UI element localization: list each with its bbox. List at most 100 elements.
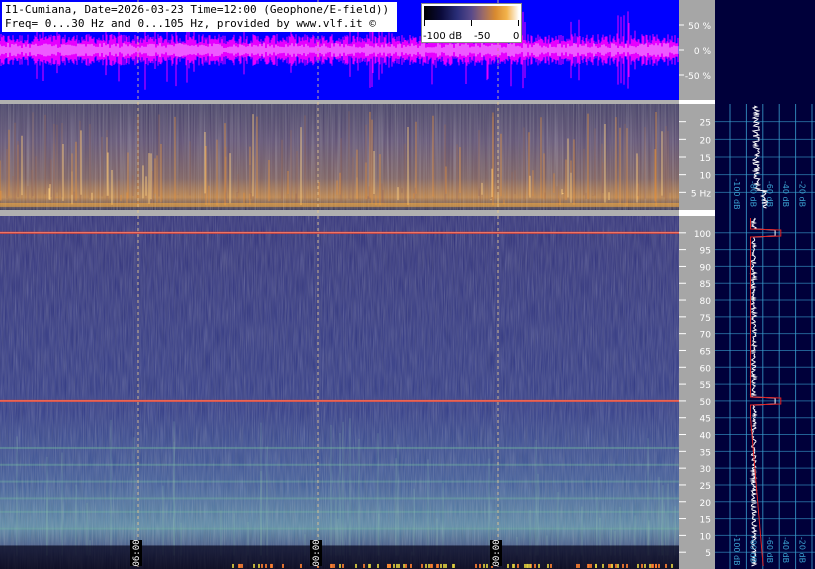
colorbar-legend: -100 dB -50 0 (421, 3, 522, 43)
axis-white-gap-2 (679, 210, 715, 216)
low-freq-burst (578, 563, 580, 568)
low-freq-burst (368, 563, 370, 568)
low-freq-burst (437, 563, 439, 568)
low-freq-burst (421, 563, 423, 568)
low-freq-burst (271, 563, 273, 568)
low-freq-burst (239, 563, 241, 568)
time-marker-label: 06:00 (132, 539, 142, 566)
low-freq-burst (637, 563, 639, 568)
title-line-2: Freq= 0...30 Hz and 0...105 Hz, provided… (5, 17, 376, 30)
main-spectrogram-tick-label: 100 (694, 230, 711, 240)
colorbar-tick (518, 20, 519, 26)
low-freq-burst (649, 563, 651, 568)
waveform-tick-label: 50 % (688, 22, 711, 32)
main-spectrogram-tick-label: 55 (700, 381, 711, 391)
low-freq-burst (658, 563, 660, 568)
main-spectrogram-tick-label: 75 (700, 314, 711, 324)
main-spectrogram-tick-label: 80 (700, 297, 712, 307)
low-freq-burst (651, 563, 653, 568)
colorbar-tick (471, 20, 472, 26)
spectrum-db-label: -60 dB (765, 181, 774, 207)
spectrum-db-label: -40 dB (781, 181, 790, 207)
low-freq-burst (363, 563, 365, 568)
low-freq-burst (529, 563, 531, 568)
low-freq-burst (265, 563, 267, 568)
low-freq-burst (261, 563, 263, 568)
main-spectrogram-tick-label: 90 (700, 263, 712, 273)
low-freq-burst (486, 563, 488, 568)
main-spectrogram-tick-label: 95 (700, 247, 711, 257)
spectrum-db-label: -80 dB (748, 537, 757, 563)
low-freq-burst (282, 563, 284, 568)
low-freq-burst (524, 563, 526, 568)
low-frequency-band (0, 202, 679, 207)
low-freq-burst (479, 563, 481, 568)
main-spectrogram-tick-label: 30 (700, 465, 712, 475)
main-spectrogram-tick-label: 35 (700, 448, 711, 458)
main-spectrogram-tick-label: 40 (700, 432, 712, 442)
low-freq-burst (534, 563, 536, 568)
low-freq-burst (339, 563, 341, 568)
low-freq-burst (644, 563, 646, 568)
spectrum-db-label: -60 dB (765, 537, 774, 563)
vlf-spectrogram-chart: 50 %0 %-50 % 252015105 Hz 10095908580757… (0, 0, 815, 569)
low-freq-burst (517, 563, 519, 568)
low-freq-burst (410, 563, 412, 568)
low-freq-burst (611, 563, 613, 568)
low-freq-burst (671, 563, 673, 568)
low-freq-burst (355, 563, 357, 568)
time-marker-label: 00:00 (492, 539, 502, 566)
low-freq-burst (626, 563, 628, 568)
spectrum-db-label: -100 dB (732, 178, 741, 209)
main-spectrogram-tick-label: 20 (700, 499, 712, 509)
low-freq-burst (405, 563, 407, 568)
low-freq-burst (440, 563, 442, 568)
panel-divider-2 (0, 210, 679, 216)
low-freq-burst (512, 563, 514, 568)
low-freq-burst (595, 563, 597, 568)
low-freq-burst (538, 563, 540, 568)
waveform-tick-label: -50 % (685, 72, 712, 82)
low-freq-burst (588, 563, 590, 568)
low-freq-burst (475, 563, 477, 568)
low-freq-burst (665, 563, 667, 568)
panel-divider-1 (0, 100, 679, 104)
low-freq-burst (602, 563, 604, 568)
spectrum-db-label: -40 dB (781, 537, 790, 563)
low-freq-burst (622, 563, 624, 568)
low-freq-burst (342, 563, 344, 568)
low-freq-burst (443, 563, 445, 568)
low-freq-burst (232, 563, 234, 568)
low-freq-burst (396, 563, 398, 568)
low-freq-burst (425, 563, 427, 568)
low-freq-burst (393, 563, 395, 568)
waveform-tick-label: 0 % (694, 47, 712, 57)
low-freq-burst (300, 563, 302, 568)
low-freq-burst (377, 563, 379, 568)
low-freq-burst (615, 563, 617, 568)
low-freq-burst (526, 563, 528, 568)
main-spectrogram-tick-label: 15 (700, 516, 711, 526)
low-freq-burst (253, 563, 255, 568)
spectrum-db-label: -80 dB (748, 181, 757, 207)
low-freq-burst (398, 563, 400, 568)
low-freq-burst (241, 563, 243, 568)
low-freq-burst (331, 563, 333, 568)
top-spectrogram-tick-label: 5 Hz (691, 189, 711, 199)
low-freq-burst (403, 563, 405, 568)
low-freq-burst (428, 563, 430, 568)
colorbar-label-min: -100 dB (423, 31, 463, 42)
low-freq-burst (258, 563, 260, 568)
low-freq-burst (445, 563, 447, 568)
main-spectrogram-tick-label: 45 (700, 415, 711, 425)
main-spectrogram-tick-label: 70 (700, 331, 712, 341)
main-spectrogram-tick-label: 60 (700, 364, 712, 374)
colorbar-label-mid: -50 (474, 31, 491, 42)
top-spectrogram-tick-label: 10 (700, 172, 712, 182)
low-freq-burst (590, 563, 592, 568)
colorbar-label-max: 0 (513, 31, 520, 42)
colorbar-gradient (424, 6, 519, 20)
low-freq-burst (453, 563, 455, 568)
low-freq-burst (617, 563, 619, 568)
low-freq-burst (608, 563, 610, 568)
